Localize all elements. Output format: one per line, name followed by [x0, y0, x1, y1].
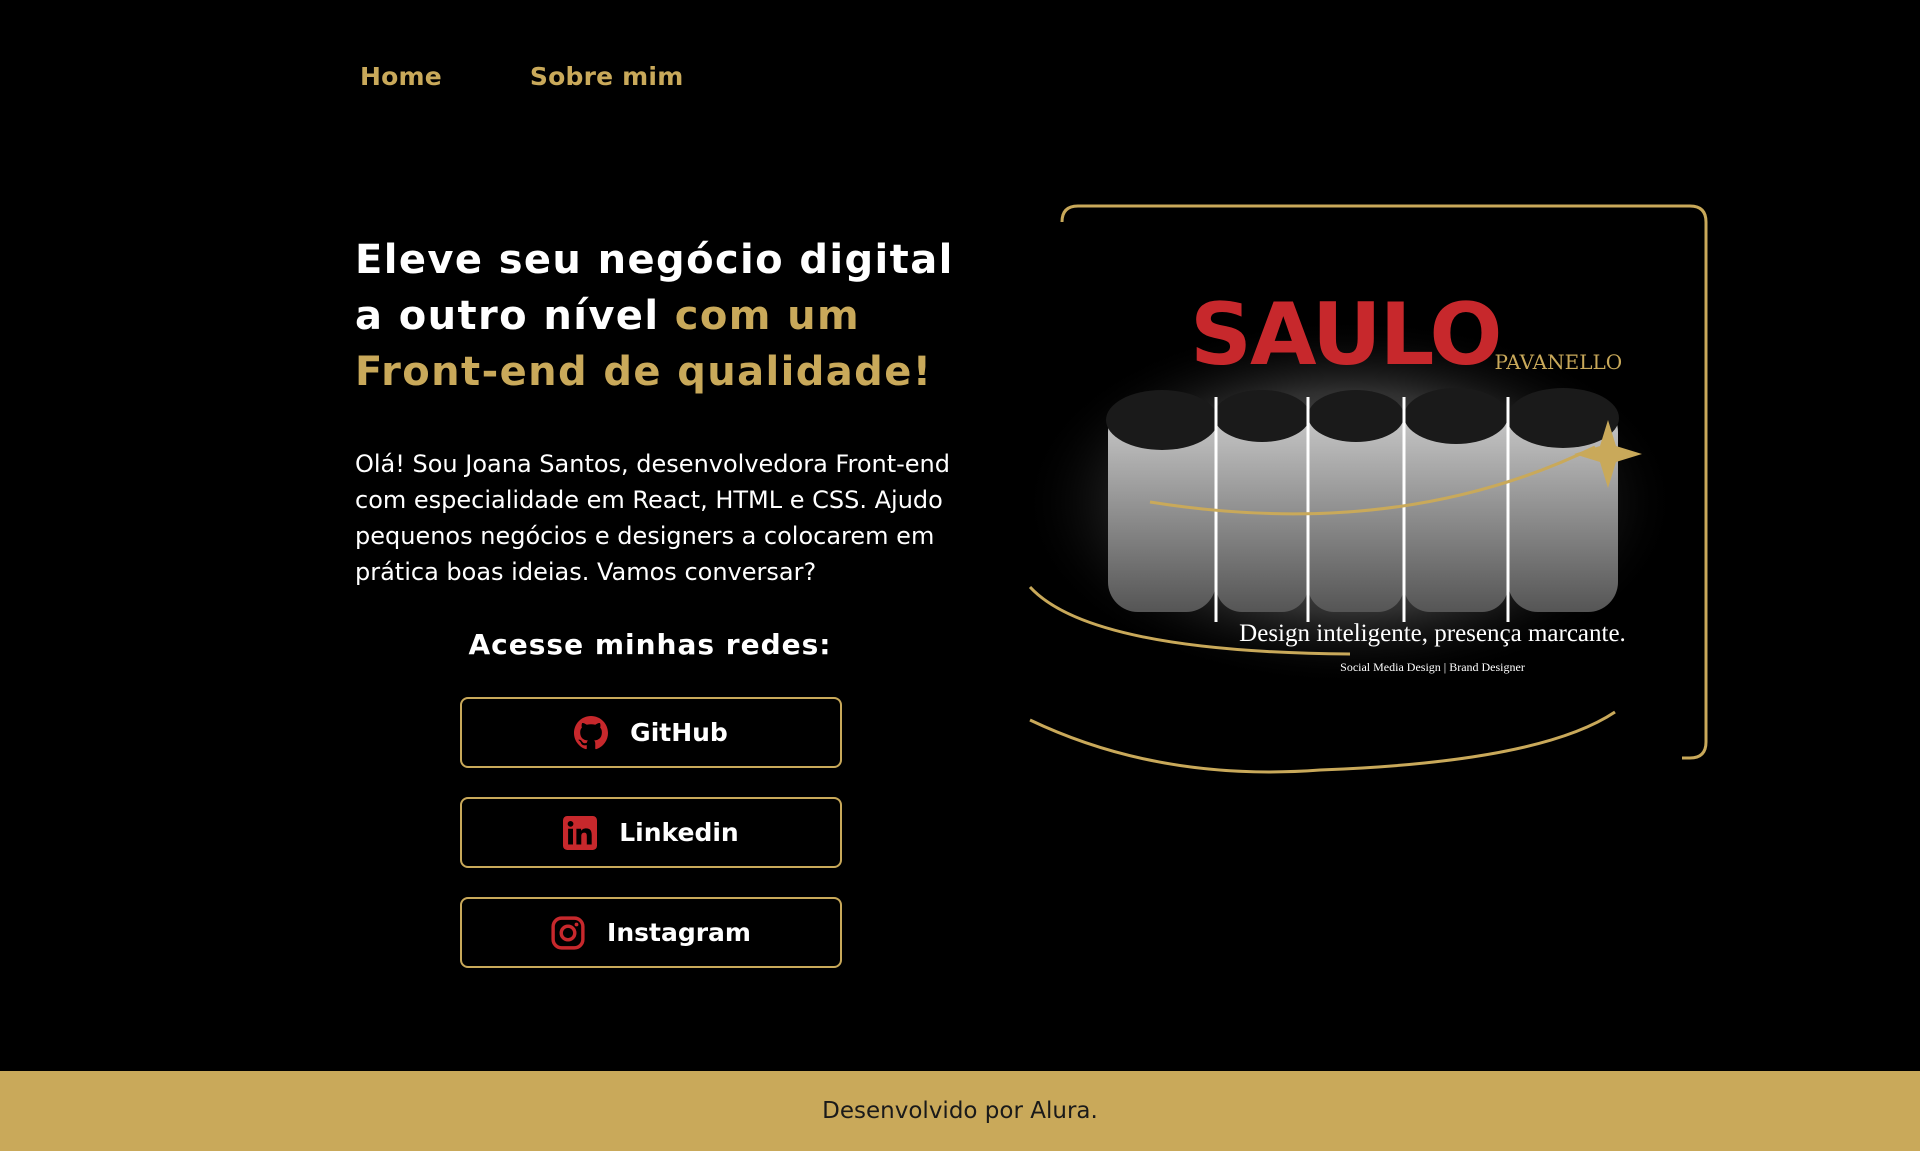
nav-sobre-mim-link[interactable]: Sobre mim — [530, 62, 684, 91]
nav-home-link[interactable]: Home — [360, 62, 442, 91]
footer-text: Desenvolvido por Alura. — [822, 1098, 1098, 1124]
image-sub-tagline: Social Media Design | Brand Designer — [1340, 660, 1525, 674]
brand-sub-text: PAVANELLO — [1494, 350, 1623, 374]
hero-description: Olá! Sou Joana Santos, desenvolvedora Fr… — [355, 450, 950, 586]
hero-section: Eleve seu negócio digital a outro nível … — [355, 232, 975, 590]
profile-image-card: SAULO PAVANELLO Design inteligente, pres… — [1020, 202, 1715, 782]
hero-title-line2-gold: com um — [674, 293, 861, 339]
github-label: GitHub — [630, 718, 728, 747]
hero-title: Eleve seu negócio digital a outro nível … — [355, 232, 975, 400]
github-icon — [574, 715, 609, 750]
brand-logo: SAULO PAVANELLO — [1190, 292, 1622, 378]
linkedin-label: Linkedin — [619, 818, 739, 847]
hero-title-line3-gold: Front-end de qualidade! — [355, 349, 933, 395]
top-nav: Home Sobre mim — [360, 62, 683, 91]
image-tagline: Design inteligente, presença marcante. — [1239, 620, 1626, 647]
page: Home Sobre mim Eleve seu negócio digital… — [0, 0, 1920, 1151]
brand-main-text: SAULO — [1190, 285, 1503, 385]
social-links: GitHub Linkedin Instagram — [460, 697, 842, 968]
instagram-button[interactable]: Instagram — [460, 897, 842, 968]
hero-title-line1: Eleve seu negócio digital — [355, 237, 954, 283]
github-button[interactable]: GitHub — [460, 697, 842, 768]
linkedin-button[interactable]: Linkedin — [460, 797, 842, 868]
linkedin-icon — [563, 815, 598, 850]
portrait-photos — [1106, 388, 1619, 622]
hero-title-line2-white: a outro nível — [355, 293, 675, 339]
instagram-label: Instagram — [607, 918, 751, 947]
social-heading: Acesse minhas redes: — [468, 628, 832, 661]
footer: Desenvolvido por Alura. — [0, 1071, 1920, 1151]
instagram-icon — [551, 915, 585, 950]
